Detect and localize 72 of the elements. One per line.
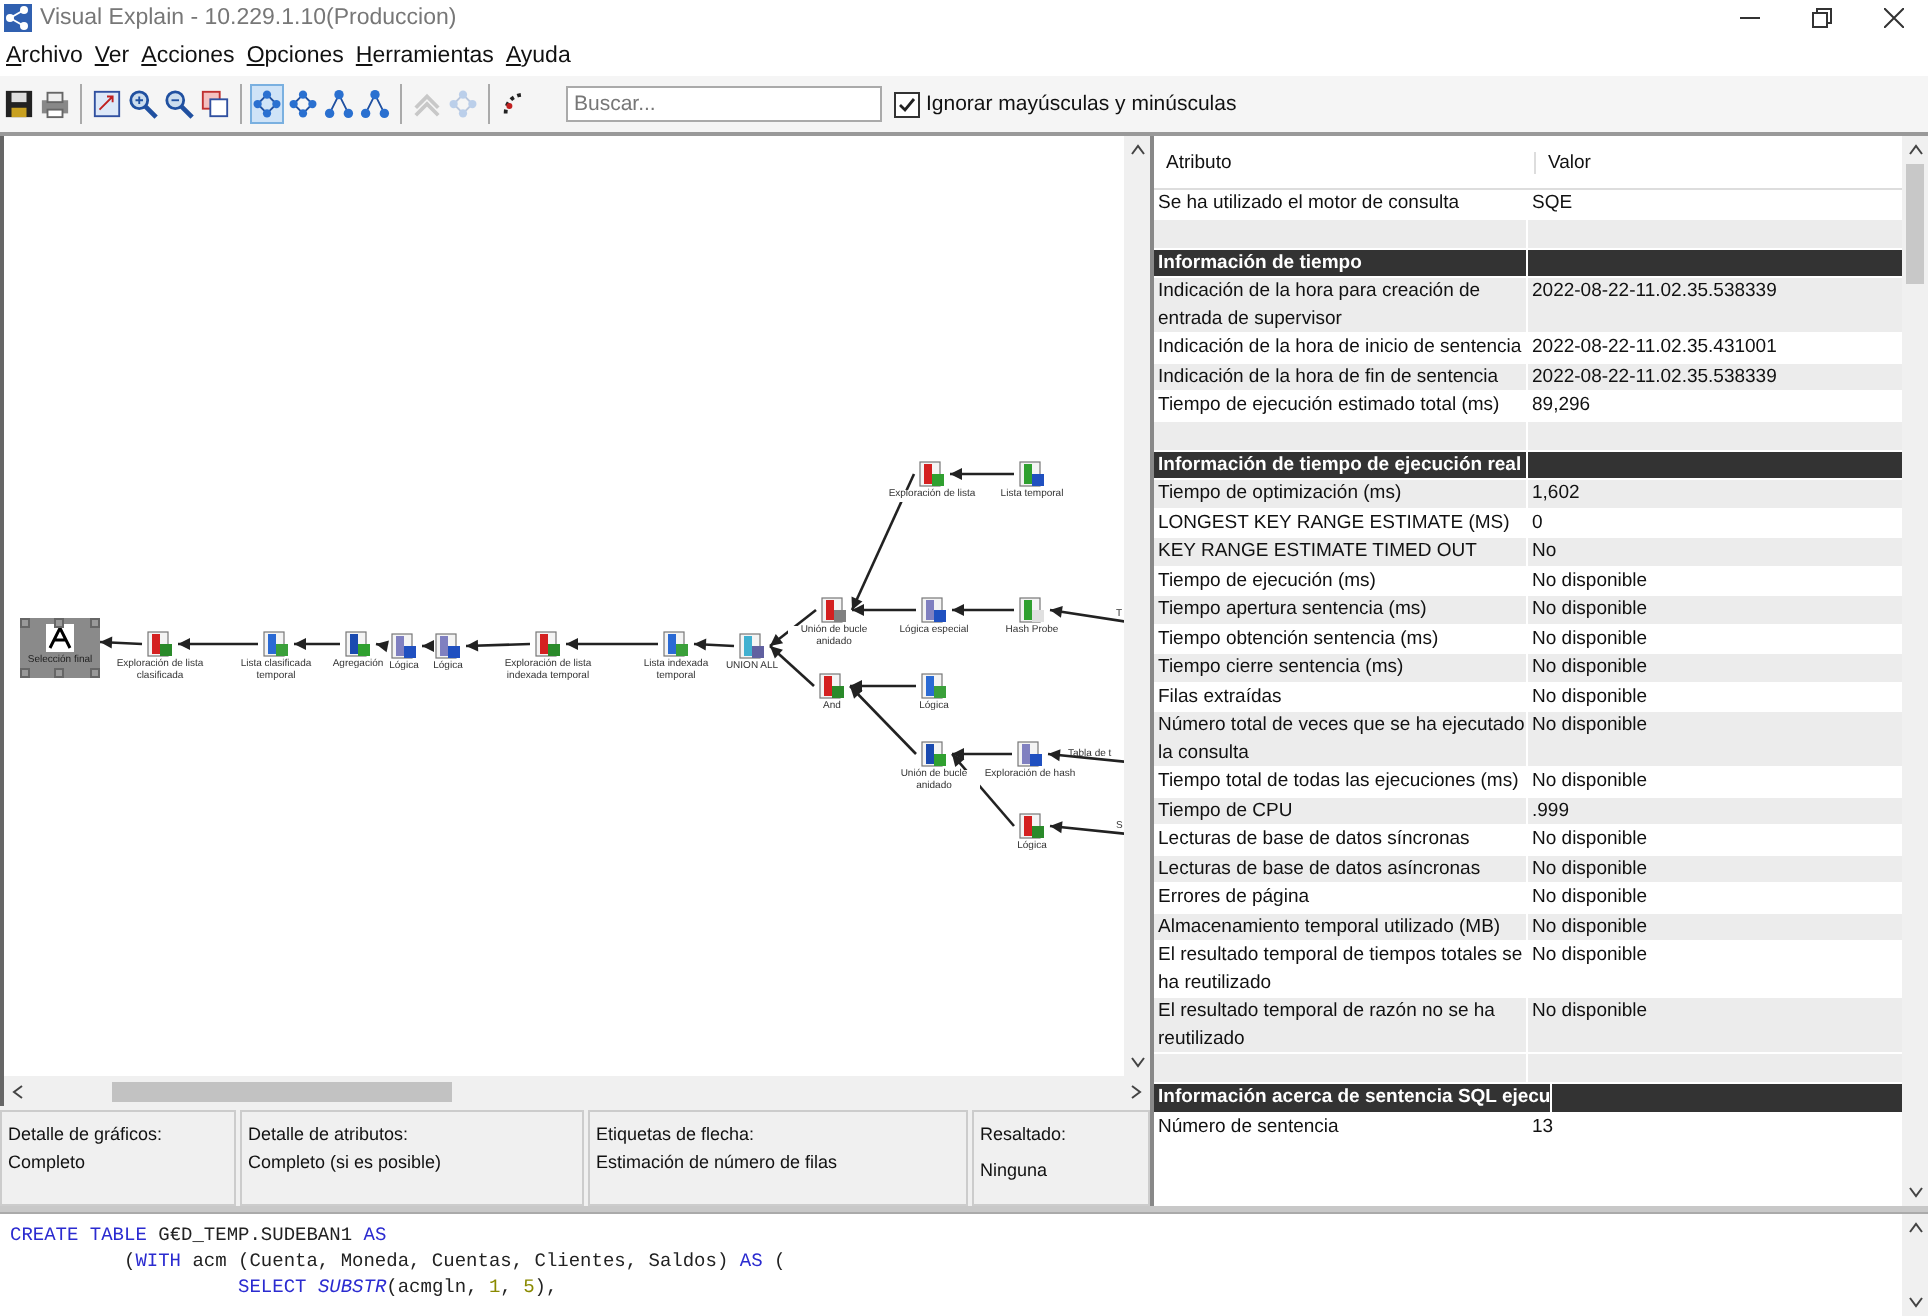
value-cell-text: 2022-08-22-11.02.35.431001 bbox=[1530, 334, 1779, 361]
column-header[interactable]: Valor bbox=[1536, 151, 1591, 173]
value-cell-text: 1,602 bbox=[1530, 480, 1582, 507]
menu-item[interactable]: Ayuda bbox=[505, 44, 571, 68]
attribute-cell: KEY RANGE ESTIMATE TIMED OUT bbox=[1154, 538, 1528, 565]
value-cell-text: SQE bbox=[1530, 190, 1575, 217]
attribute-cell: Tiempo de optimización (ms) bbox=[1154, 480, 1528, 507]
value-cell-text: 89,296 bbox=[1530, 392, 1593, 419]
value-cell-text: No disponible bbox=[1530, 683, 1650, 710]
status-value: Ninguna bbox=[980, 1160, 1050, 1180]
value-cell-text: No disponible bbox=[1530, 942, 1650, 970]
value-cell-text: 13 bbox=[1530, 1113, 1556, 1140]
attribute-cell: Indicación de la hora de fin de sentencia bbox=[1154, 363, 1528, 390]
attribute-cell: Almacenamiento temporal utilizado (MB) bbox=[1154, 913, 1528, 940]
status-label: Detalle de atributos: bbox=[248, 1124, 409, 1144]
attribute-cell: Número de sentencia bbox=[1154, 1113, 1528, 1140]
value-cell-text: No disponible bbox=[1530, 654, 1650, 681]
value-cell-text: No disponible bbox=[1530, 826, 1650, 853]
value-cell-text: 2022-08-22-11.02.35.538339 bbox=[1530, 363, 1779, 390]
status-value: Completo (si es posible) bbox=[248, 1152, 442, 1172]
code-line: CREATE TABLE G€D_TEMP.SUDEBAN1 AS bbox=[10, 1222, 389, 1248]
status-value: Estimación de número de filas bbox=[596, 1152, 838, 1172]
checkbox-label: Ignorar mayúsculas y minúsculas bbox=[926, 92, 1237, 116]
attribute-cell: Tiempo de CPU bbox=[1154, 797, 1528, 824]
status-label: Resaltado: bbox=[980, 1124, 1067, 1144]
attribute-cell: Se ha utilizado el motor de consulta bbox=[1154, 190, 1528, 217]
value-cell-text: No disponible bbox=[1530, 625, 1650, 652]
attribute-cell: Indicación de la hora de inicio de sentencia bbox=[1154, 334, 1528, 361]
value-cell-text: .999 bbox=[1530, 797, 1571, 824]
value-cell-text: No disponible bbox=[1530, 998, 1650, 1026]
attribute-cell: Tiempo apertura sentencia (ms) bbox=[1154, 596, 1528, 623]
status-label: Detalle de gráficos: bbox=[8, 1124, 163, 1144]
attribute-cell: Tiempo obtención sentencia (ms) bbox=[1154, 625, 1528, 652]
menu-item[interactable]: Acciones bbox=[141, 44, 235, 68]
attribute-cell: El resultado temporal de tiempos totales se ha reutilizado bbox=[1154, 942, 1528, 996]
value-cell-text: No disponible bbox=[1530, 768, 1650, 795]
attribute-cell: LONGEST KEY RANGE ESTIMATE (MS) bbox=[1154, 509, 1528, 536]
code-line: (WITH acm (Cuenta, Moneda, Cuentas, Clientes, Saldos) AS ( bbox=[122, 1248, 788, 1274]
value-cell-text: No disponible bbox=[1530, 855, 1650, 882]
section-title: Información de tiempo de ejecución real bbox=[1154, 451, 1528, 478]
value-cell-text: No disponible bbox=[1530, 712, 1650, 740]
attribute-cell: Lecturas de base de datos síncronas bbox=[1154, 826, 1528, 853]
value-cell-text: No disponible bbox=[1530, 567, 1650, 594]
attribute-cell: Tiempo de ejecución (ms) bbox=[1154, 567, 1528, 594]
search-field[interactable]: Buscar... bbox=[566, 86, 882, 122]
code-line: SELECT SUBSTR(acmgln, 1, 5), bbox=[236, 1274, 560, 1300]
menu-item[interactable]: Ver bbox=[94, 44, 130, 68]
menu-item[interactable]: Herramientas bbox=[355, 44, 494, 68]
value-cell-text: No disponible bbox=[1530, 884, 1650, 911]
attribute-cell: Filas extraídas bbox=[1154, 683, 1528, 710]
status-value: Completo bbox=[8, 1152, 86, 1172]
attribute-cell: Errores de página bbox=[1154, 884, 1528, 911]
menu-item[interactable]: Archivo bbox=[6, 44, 83, 68]
value-cell-text: 2022-08-22-11.02.35.538339 bbox=[1530, 278, 1779, 306]
menu-item[interactable]: Opciones bbox=[246, 44, 344, 68]
attribute-cell: El resultado temporal de razón no se ha reutilizado bbox=[1154, 998, 1528, 1052]
column-header[interactable]: Atributo bbox=[1154, 151, 1536, 173]
value-cell-text: No disponible bbox=[1530, 913, 1650, 940]
value-cell-text: No bbox=[1530, 538, 1559, 565]
value-cell-text: 0 bbox=[1530, 509, 1545, 536]
attribute-cell: Lecturas de base de datos asíncronas bbox=[1154, 855, 1528, 882]
sql-editor[interactable]: CREATE TABLE G€D_TEMP.SUDEBAN1 AS (WITH acm (Cuenta, Moneda, Cuentas, Clientes, Saldos) AS ( SELECT SUBSTR(acmgln, 1, 5), bbox=[0, 1214, 1902, 1316]
attribute-cell: Tiempo cierre sentencia (ms) bbox=[1154, 654, 1528, 681]
attribute-cell: Tiempo de ejecución estimado total (ms) bbox=[1154, 392, 1528, 419]
attribute-cell: Número total de veces que se ha ejecutado la consulta bbox=[1154, 712, 1528, 766]
attribute-cell: Tiempo total de todas las ejecuciones (ms) bbox=[1154, 768, 1528, 795]
value-cell-text: No disponible bbox=[1530, 596, 1650, 623]
attribute-cell: Indicación de la hora para creación de entrada de supervisor bbox=[1154, 278, 1528, 332]
status-label: Etiquetas de flecha: bbox=[596, 1124, 755, 1144]
section-title: Información de tiempo bbox=[1154, 249, 1528, 276]
window-title: Visual Explain - 10.229.1.10(Produccion) bbox=[40, 6, 457, 30]
section-title: Información acerca de sentencia SQL ejecu bbox=[1154, 1084, 1553, 1111]
